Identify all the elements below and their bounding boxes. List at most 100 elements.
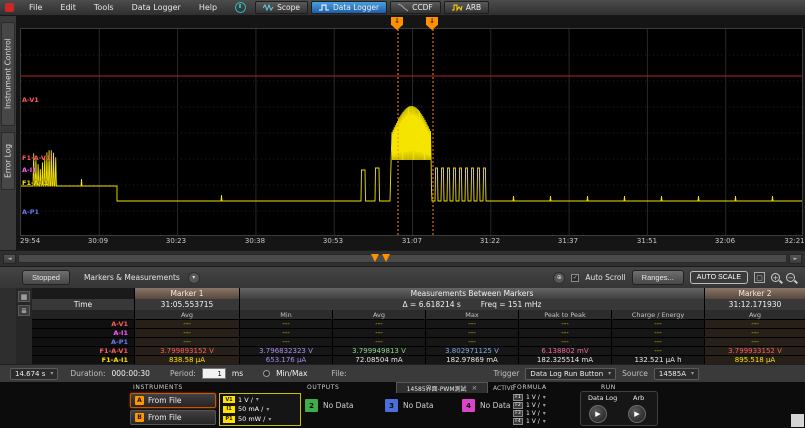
channel-label[interactable]: A-P1 (22, 208, 39, 216)
arb-run-button[interactable]: ▶ (628, 405, 646, 423)
f3-scale: 1 V / (526, 410, 540, 417)
table-view-icon[interactable]: ▦ (18, 291, 30, 302)
measurement-cell: --- (135, 338, 240, 346)
output2-group[interactable]: 2 No Data (305, 399, 354, 412)
chart-scrollbar[interactable]: ◄ ► (0, 250, 805, 266)
chart-tools: ⊕ ✓ Auto Scroll Ranges... AUTO SCALE ▢ +… (553, 270, 797, 285)
resize-grip[interactable] (791, 414, 804, 427)
x-axis-tick: 30:09 (88, 237, 108, 245)
measurement-cell: 653.176 µA (240, 356, 333, 364)
tab-ccdf[interactable]: CCDF (390, 1, 441, 14)
scroll-right-button[interactable]: ► (789, 254, 802, 264)
output1-voltage-scale[interactable]: V1 1 V / ▾ (223, 396, 297, 404)
p1-scale: 50 mW / (238, 415, 265, 423)
chevron-down-icon: ▾ (268, 416, 271, 423)
menu-tools[interactable]: Tools (85, 3, 123, 12)
menu-help[interactable]: Help (190, 3, 226, 12)
channel-label[interactable]: A-V1 (22, 96, 39, 104)
col-header-charge-energy: Charge / Energy (612, 310, 705, 319)
auto-scroll-checkbox[interactable]: ✓ (571, 274, 579, 282)
output1-current-scale[interactable]: I1 50 mA / ▾ (223, 405, 297, 413)
panel-collapse-button[interactable]: ▾ (188, 272, 200, 284)
output2-badge: 2 (305, 399, 318, 412)
channel-label[interactable]: F1-A-V1 (22, 154, 50, 162)
table-corner (32, 288, 135, 299)
chevron-down-icon: ▾ (543, 394, 546, 401)
chart-area[interactable]: ↓ ↓ A-V1 F1-A-V1 A-I1 F1-A-I1 A-P1 29:54… (16, 16, 805, 250)
output4-group[interactable]: 4 No Data (462, 399, 511, 412)
tab-arb[interactable]: ARB (444, 1, 490, 14)
instrument-b-from-file-button[interactable]: B From File (130, 410, 216, 425)
overview-marker1[interactable] (371, 254, 379, 262)
x-axis-tick: 30:23 (166, 237, 186, 245)
run-state-button[interactable]: Stopped (22, 270, 70, 285)
x-axis-tick: 29:54 (20, 237, 40, 245)
app-window: File Edit Tools Data Logger Help Scope D… (0, 0, 805, 428)
output3-group[interactable]: 3 No Data (385, 399, 434, 412)
power-icon[interactable] (235, 2, 246, 13)
i1-badge: I1 (223, 406, 235, 413)
measurement-cell: --- (135, 329, 240, 337)
marker2-header[interactable]: Marker 2 (705, 288, 805, 299)
waveform-plot[interactable] (20, 28, 803, 236)
instrument-a-from-file-button[interactable]: A From File (130, 393, 216, 408)
timebase-select[interactable]: 14.674 s ▾ (10, 368, 58, 380)
output1-power-scale[interactable]: P1 50 mW / ▾ (223, 415, 297, 423)
close-icon[interactable]: × (472, 384, 478, 392)
arb-run-label: Arb (633, 394, 644, 402)
tab-scope[interactable]: Scope (255, 1, 308, 14)
formula-f2[interactable]: F2 1 V / ▾ (513, 402, 546, 409)
marker1-header[interactable]: Marker 1 (135, 288, 240, 299)
x-axis-tick: 31:07 (402, 237, 422, 245)
scroll-left-button[interactable]: ◄ (3, 254, 16, 264)
datalog-run-button[interactable]: ▶ (589, 405, 607, 423)
zoom-out-icon[interactable]: − (786, 273, 795, 282)
center-icon: ⊕ (557, 274, 562, 281)
overview-marker2[interactable] (382, 254, 390, 262)
scroll-left-icon: ◄ (8, 256, 12, 262)
formula-f3[interactable]: F3 1 V / ▾ (513, 410, 546, 417)
measurement-cell: --- (519, 329, 612, 337)
i1-scale: 50 mA / (238, 405, 263, 413)
datalog-file-tab-title: 14585界面-PWM測試 (407, 384, 467, 393)
sidebar-tab-error-log[interactable]: Error Log (1, 132, 15, 190)
formula-f1[interactable]: F1 1 V / ▾ (513, 394, 546, 401)
zoom-in-icon[interactable]: + (771, 273, 780, 282)
slot-a-badge: A (135, 396, 144, 405)
minmax-label: Min/Max (276, 369, 307, 378)
measurement-cell: --- (333, 320, 426, 328)
measurement-cell: --- (240, 320, 333, 328)
x-axis-tick: 32:21 (784, 237, 804, 245)
sidebar-tab-instrument-control[interactable]: Instrument Control (1, 22, 15, 126)
ranges-button[interactable]: Ranges... (632, 270, 684, 285)
outputs-section-label: OUTPUTS (307, 384, 339, 391)
control-row: Stopped Markers & Measurements ▾ ⊕ ✓ Aut… (0, 266, 805, 288)
auto-scale-button[interactable]: AUTO SCALE (690, 271, 748, 284)
table-row: A-V1 --- --- --- --- --- --- --- (32, 319, 805, 328)
output1-group[interactable]: V1 1 V / ▾ I1 50 mA / ▾ P1 50 mW / ▾ (219, 393, 301, 426)
acquisition-settings-row: 14.674 s ▾ Duration: 000:00:30 Period: 1… (0, 364, 805, 382)
formula-f4[interactable]: F4 1 V / ▾ (513, 418, 546, 425)
menu-file[interactable]: File (20, 3, 51, 12)
channel-label[interactable]: F1-A-I1 (22, 179, 48, 187)
minmax-radio[interactable] (263, 370, 270, 377)
trigger-select[interactable]: Data Log Run Button ▾ (525, 368, 616, 380)
measurement-cell: 182.97869 mA (426, 356, 519, 364)
channel-label[interactable]: A-I1 (22, 166, 37, 174)
list-view-icon[interactable]: ≣ (18, 305, 30, 316)
between-markers-stats: Δ = 6.618214 s Freq = 151 mHz (240, 299, 705, 310)
f1-badge: F1 (513, 394, 523, 401)
period-input[interactable]: 1 (202, 368, 226, 379)
menu-edit[interactable]: Edit (51, 3, 85, 12)
measurement-cell: 72.08504 mA (333, 356, 426, 364)
arb-icon (452, 3, 463, 12)
center-marker-icon[interactable]: ⊕ (553, 272, 565, 284)
menu-data-logger[interactable]: Data Logger (123, 3, 190, 12)
tab-arb-label: ARB (466, 3, 482, 12)
zoom-window-icon[interactable]: ▢ (754, 272, 765, 283)
datalog-file-tab[interactable]: 14585界面-PWM測試 × (396, 382, 488, 393)
measurement-cell: 182.325514 mA (519, 356, 612, 364)
tab-data-logger[interactable]: Data Logger (311, 1, 387, 14)
scrollbar-track[interactable] (18, 254, 787, 263)
source-select[interactable]: 14585A ▾ (654, 368, 699, 380)
